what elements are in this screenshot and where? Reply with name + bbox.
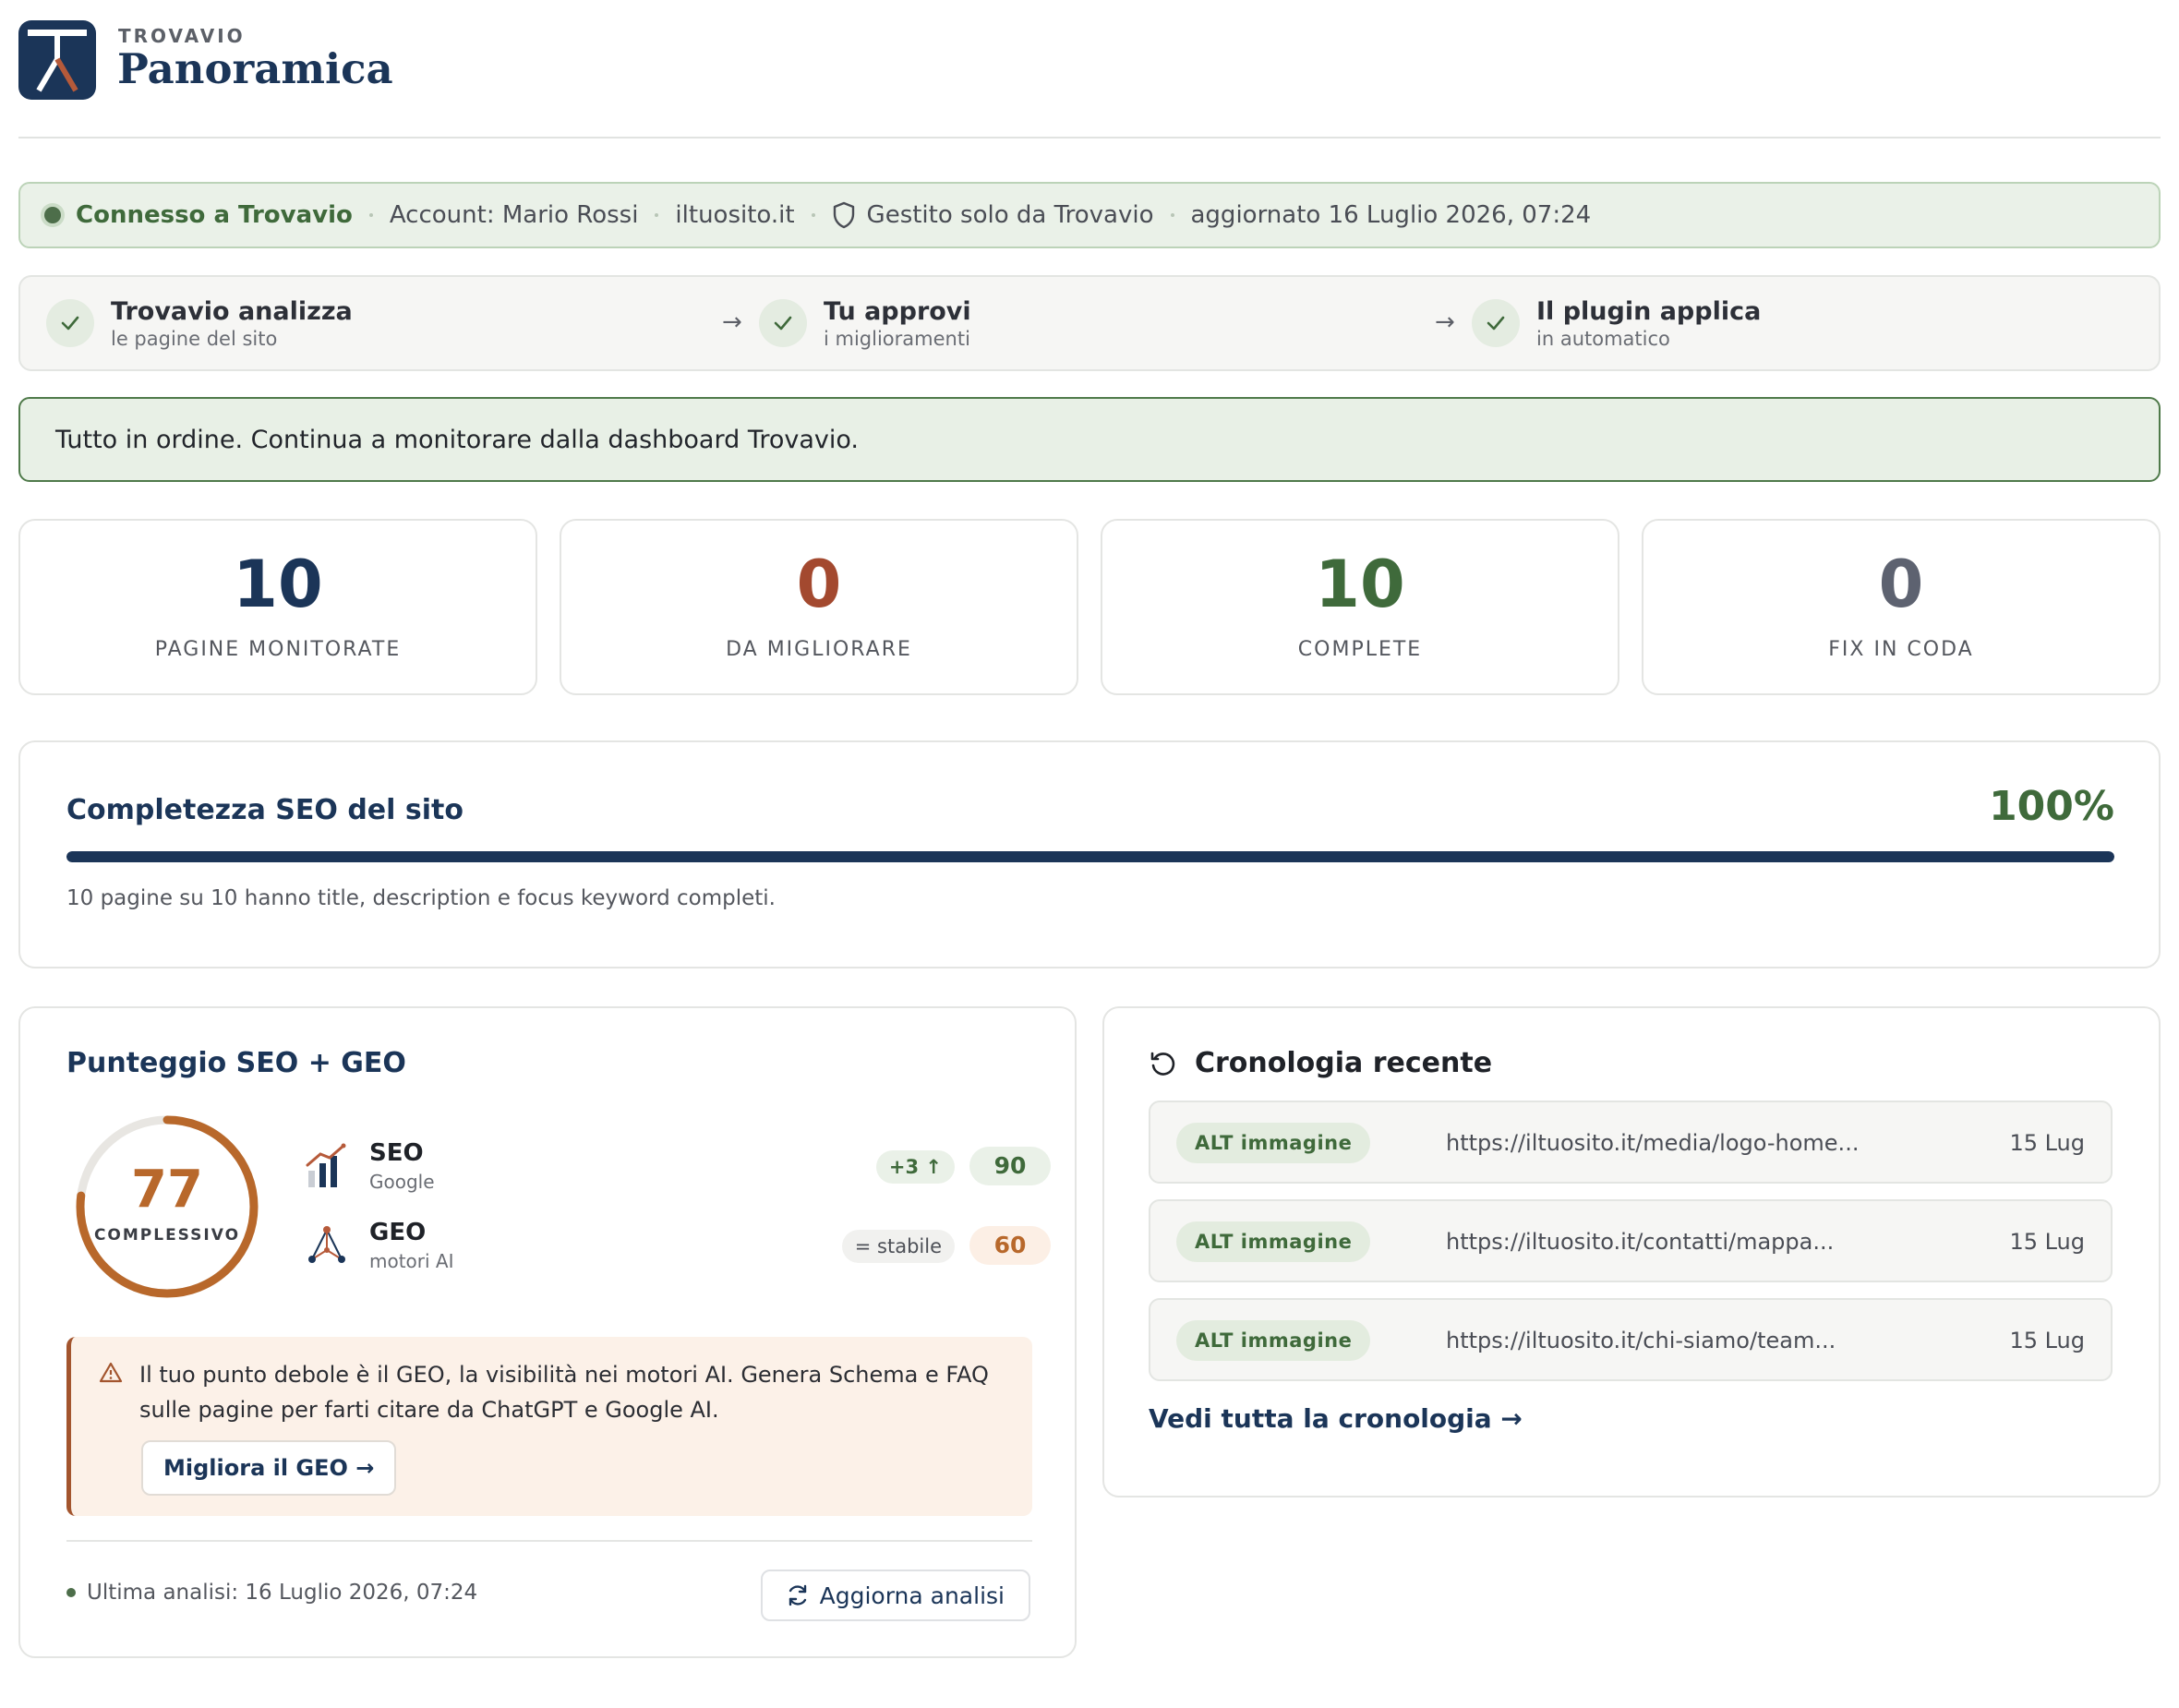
stat-label: PAGINE MONITORATE <box>154 638 402 661</box>
view-all-history-link[interactable]: Vedi tutta la cronologia → <box>1149 1403 1523 1434</box>
warning-icon <box>99 1361 123 1387</box>
stat-card-monitored: 10 PAGINE MONITORATE <box>18 519 537 695</box>
last-analysis-text: Ultima analisi: 16 Luglio 2026, 07:24 <box>87 1581 478 1605</box>
refresh-button-label: Aggiorna analisi <box>819 1582 1005 1609</box>
dashboard-page: TROVAVIO Panoramica Connesso a Trovavio … <box>0 0 2179 1708</box>
history-row[interactable]: ALT immagine https://iltuosito.it/contat… <box>1149 1199 2113 1282</box>
history-icon <box>1149 1049 1178 1082</box>
separator-dot <box>811 213 815 217</box>
card-title: Completezza SEO del sito <box>66 794 463 826</box>
bar-chart-icon <box>305 1143 349 1189</box>
separator-dot <box>1170 213 1174 217</box>
arrow-right-icon: → <box>722 308 742 336</box>
improve-geo-button[interactable]: Migliora il GEO → <box>141 1440 397 1496</box>
card-title: Cronologia recente <box>1195 1047 1493 1079</box>
workflow-steps: Trovavio analizza le pagine del sito → T… <box>18 275 2161 371</box>
refresh-analysis-button[interactable]: Aggiorna analisi <box>760 1570 1030 1621</box>
connected-dot-icon <box>44 207 61 223</box>
change-type-badge: ALT immagine <box>1176 1221 1371 1262</box>
trovavio-logo <box>18 20 96 100</box>
weakness-alert: Il tuo punto debole è il GEO, la visibil… <box>66 1337 1032 1516</box>
status-banner: Tutto in ordine. Continua a monitorare d… <box>18 397 2161 482</box>
page-header: TROVAVIO Panoramica <box>18 20 2161 138</box>
history-row[interactable]: ALT immagine https://iltuosito.it/media/… <box>1149 1101 2113 1184</box>
step-subtitle: le pagine del sito <box>111 327 278 350</box>
history-row[interactable]: ALT immagine https://iltuosito.it/chi-si… <box>1149 1298 2113 1381</box>
check-icon <box>759 299 807 347</box>
progress-fill <box>66 851 2114 862</box>
stat-value: 0 <box>796 547 842 622</box>
step-approve: Tu approvi i miglioramenti <box>759 277 971 369</box>
refresh-icon <box>789 1584 806 1606</box>
metric-subtitle: motori AI <box>369 1250 454 1272</box>
completeness-progress-bar <box>66 851 2114 862</box>
change-type-badge: ALT immagine <box>1176 1320 1371 1361</box>
seo-completeness-card: Completezza SEO del sito 100% 10 pagine … <box>18 740 2161 968</box>
page-url: https://iltuosito.it/contatti/mappa... <box>1446 1229 1835 1255</box>
connection-status-bar: Connesso a Trovavio Account: Mario Rossi… <box>18 182 2161 248</box>
last-updated: aggiornato 16 Luglio 2026, 07:24 <box>1190 201 1592 229</box>
metric-name: GEO <box>369 1219 427 1246</box>
alert-message: Il tuo punto debole è il GEO, la visibil… <box>139 1362 989 1423</box>
stat-value: 10 <box>233 547 323 622</box>
site-domain: iltuosito.it <box>675 201 795 229</box>
step-analyze: Trovavio analizza le pagine del sito <box>46 277 353 369</box>
network-icon <box>305 1222 349 1269</box>
metric-geo: GEO motori AI = stabile 60 <box>305 1219 1051 1274</box>
separator-dot <box>368 213 373 217</box>
step-title: Trovavio analizza <box>111 296 353 326</box>
stat-card-to-improve: 0 DA MIGLIORARE <box>560 519 1078 695</box>
step-title: Il plugin applica <box>1536 296 1762 326</box>
metric-subtitle: Google <box>369 1171 435 1193</box>
change-type-badge: ALT immagine <box>1176 1123 1371 1163</box>
overall-score-value: 77 <box>131 1160 203 1220</box>
shield-icon <box>832 201 856 229</box>
check-icon <box>46 299 94 347</box>
completeness-note: 10 pagine su 10 hanno title, description… <box>66 886 776 910</box>
step-subtitle: i miglioramenti <box>824 327 970 350</box>
trend-badge: = stabile <box>841 1230 955 1263</box>
connection-status: Connesso a Trovavio <box>76 201 353 229</box>
metric-seo: SEO Google +3 ↑ 90 <box>305 1139 1051 1195</box>
metric-score: 90 <box>969 1147 1051 1185</box>
page-url: https://iltuosito.it/chi-siamo/team... <box>1446 1328 1836 1353</box>
change-date: 15 Lug <box>2009 1229 2085 1255</box>
step-subtitle: in automatico <box>1536 327 1670 350</box>
history-card: Cronologia recente ALT immagine https://… <box>1102 1006 2161 1498</box>
status-dot-icon <box>66 1588 76 1597</box>
step-title: Tu approvi <box>824 296 971 326</box>
step-apply: Il plugin applica in automatico <box>1472 277 1761 369</box>
overall-score-caption: COMPLESSIVO <box>93 1226 241 1245</box>
stat-label: FIX IN CODA <box>1828 638 1974 661</box>
separator-dot <box>655 213 659 217</box>
last-analysis: Ultima analisi: 16 Luglio 2026, 07:24 <box>66 1581 477 1605</box>
overall-score-gauge: 77 COMPLESSIVO <box>72 1112 262 1302</box>
card-title: Punteggio SEO + GEO <box>66 1047 406 1079</box>
stat-label: COMPLETE <box>1297 638 1423 661</box>
check-icon <box>1472 299 1520 347</box>
page-title: Panoramica <box>117 44 393 93</box>
stat-card-fix-queue: 0 FIX IN CODA <box>1642 519 2161 695</box>
account-name: Account: Mario Rossi <box>389 201 639 229</box>
stat-value: 0 <box>1878 547 1924 622</box>
stat-card-complete: 10 COMPLETE <box>1101 519 1619 695</box>
page-url: https://iltuosito.it/media/logo-home... <box>1446 1130 1860 1156</box>
managed-by: Gestito solo da Trovavio <box>866 201 1154 229</box>
change-date: 15 Lug <box>2009 1328 2085 1353</box>
arrow-right-icon: → <box>1435 308 1455 336</box>
trend-badge: +3 ↑ <box>875 1150 955 1184</box>
stat-label: DA MIGLIORARE <box>726 638 912 661</box>
metric-score: 60 <box>969 1226 1051 1265</box>
change-date: 15 Lug <box>2009 1130 2085 1156</box>
stat-value: 10 <box>1315 547 1405 622</box>
score-card: Punteggio SEO + GEO 77 COMPLESSIVO SEO G <box>18 1006 1077 1658</box>
metric-name: SEO <box>369 1139 424 1167</box>
completeness-percent: 100% <box>1989 783 2114 830</box>
divider <box>66 1540 1032 1542</box>
